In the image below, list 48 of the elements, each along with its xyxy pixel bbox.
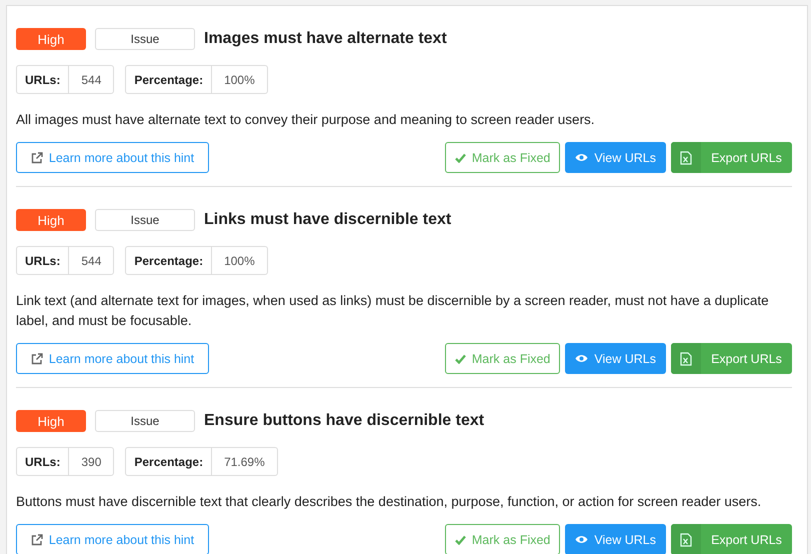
severity-badge: High [16, 209, 86, 231]
hint-description: All images must have alternate text to convey their purpose and meaning to screen reader users. [16, 111, 596, 129]
export-urls-button[interactable]: Export URLs [671, 142, 792, 173]
stat-value: 100% [223, 72, 256, 88]
eye-icon [575, 354, 588, 363]
view-urls-button[interactable]: View URLs [565, 142, 666, 173]
type-badge: Issue [95, 209, 195, 231]
learn-more-button[interactable]: Learn more about this hint [16, 524, 209, 554]
hint-description: Buttons must have discernible text that clearly describes the destination, purpose, function, or action for screen reader users. [16, 493, 762, 511]
stat-value: 544 [80, 72, 102, 88]
hint-title: Images must have alternate text [204, 30, 447, 48]
stat-value: 100% [223, 252, 256, 270]
type-badge: Issue [95, 28, 195, 50]
eye-icon [575, 153, 588, 162]
stat-label: Percentage: [126, 66, 212, 93]
stat-value: 544 [80, 252, 102, 270]
learn-more-button[interactable]: Learn more about this hint [16, 343, 209, 374]
checkmark-icon [454, 534, 466, 544]
mark-fixed-button[interactable]: Mark as Fixed [444, 142, 560, 173]
mark-fixed-button[interactable]: Mark as Fixed [444, 343, 560, 374]
mark-fixed-button[interactable]: Mark as Fixed [444, 524, 560, 554]
stat-label: URLs: [17, 247, 70, 274]
severity-badge: High [16, 410, 86, 432]
spreadsheet-file-icon [680, 150, 692, 164]
external-link-icon [30, 152, 43, 164]
severity-badge: High [16, 28, 86, 50]
spreadsheet-file-icon [680, 352, 692, 366]
stat-value: 71.69% [223, 454, 266, 470]
view-urls-button[interactable]: View URLs [565, 343, 666, 374]
hint-description: Link text (and alternate text for images, when used as links) must be discernible by a screen reader, must not have a duplicate label, and must be focusable. [16, 292, 770, 330]
learn-more-button[interactable]: Learn more about this hint [16, 142, 209, 173]
type-badge: Issue [95, 410, 195, 432]
eye-icon [575, 535, 588, 544]
spreadsheet-file-icon [680, 532, 692, 546]
stat-label: Percentage: [126, 247, 212, 274]
checkmark-icon [454, 354, 466, 364]
view-urls-button[interactable]: View URLs [565, 524, 666, 554]
export-urls-button[interactable]: Export URLs [671, 524, 792, 554]
external-link-icon [30, 534, 43, 546]
external-link-icon [30, 352, 43, 364]
stat-label: URLs: [17, 448, 70, 475]
hint-title: Ensure buttons have discernible text [204, 412, 484, 430]
stat-value: 390 [80, 454, 102, 470]
stat-label: Percentage: [126, 448, 212, 475]
hint-title: Links must have discernible text [204, 211, 452, 229]
stat-label: URLs: [17, 66, 70, 93]
checkmark-icon [454, 152, 466, 162]
export-urls-button[interactable]: Export URLs [671, 343, 792, 374]
